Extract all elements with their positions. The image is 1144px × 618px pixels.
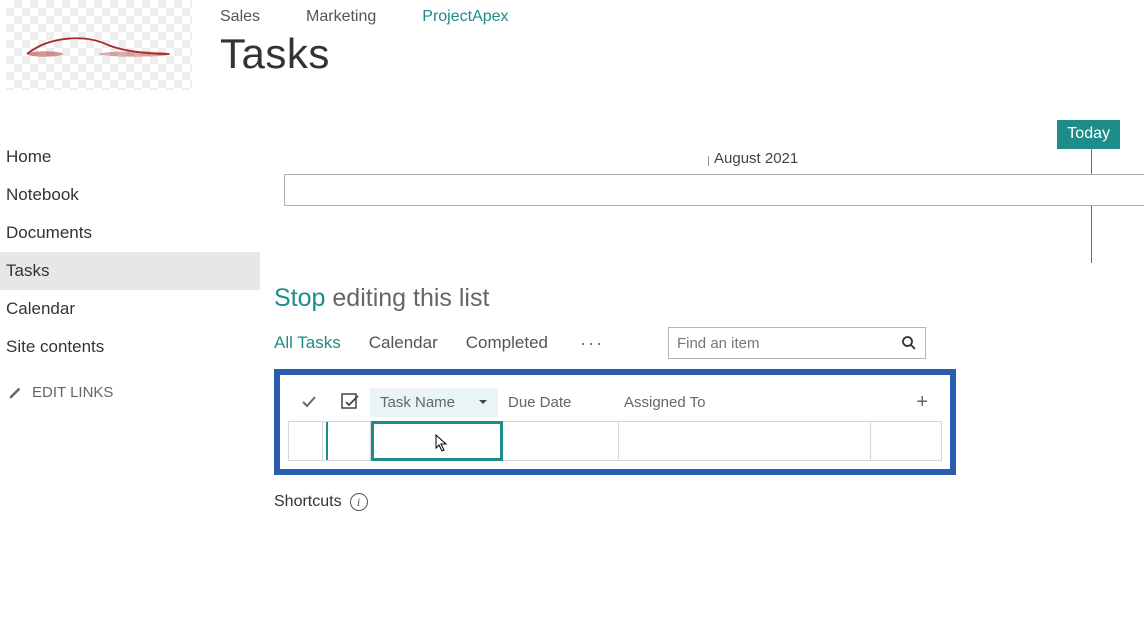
cell-due-date[interactable] <box>503 422 619 460</box>
main-content: Today August 2021 Stop editing this list… <box>260 92 1144 511</box>
pencil-icon <box>8 386 22 400</box>
shortcuts-row: Shortcuts i <box>274 493 1144 511</box>
task-row-new <box>288 421 942 461</box>
month-label: August 2021 <box>714 150 798 167</box>
column-assigned-to-label: Assigned To <box>624 394 705 411</box>
column-completed[interactable] <box>288 394 330 410</box>
cell-extra <box>871 422 941 460</box>
shortcuts-label: Shortcuts <box>274 493 342 511</box>
task-grid-highlighted: Task Name Due Date Assigned To + <box>274 369 956 475</box>
column-select-all[interactable] <box>330 392 370 412</box>
column-due-date-label: Due Date <box>508 394 571 411</box>
edit-links-label: EDIT LINKS <box>32 384 113 401</box>
cell-select[interactable] <box>323 422 371 460</box>
timeline-bar[interactable] <box>284 174 1144 206</box>
sidebar: Home Notebook Documents Tasks Calendar S… <box>0 92 260 511</box>
sidebar-item-notebook[interactable]: Notebook <box>0 176 260 214</box>
car-logo-icon <box>14 27 184 63</box>
sidebar-item-tasks[interactable]: Tasks <box>0 252 260 290</box>
sidebar-item-site-contents[interactable]: Site contents <box>0 328 260 366</box>
today-marker: Today <box>1057 120 1120 149</box>
page-title: Tasks <box>220 30 509 78</box>
plus-icon: + <box>916 391 928 414</box>
stop-editing-heading: Stop editing this list <box>274 284 1144 313</box>
chevron-down-icon <box>478 397 488 407</box>
view-tab-all-tasks[interactable]: All Tasks <box>274 333 341 353</box>
site-logo[interactable] <box>6 0 192 90</box>
column-task-name-label: Task Name <box>380 394 455 411</box>
sidebar-item-calendar[interactable]: Calendar <box>0 290 260 328</box>
topnav-marketing[interactable]: Marketing <box>306 8 376 26</box>
column-due-date[interactable]: Due Date <box>498 394 614 411</box>
add-column-button[interactable]: + <box>866 391 942 414</box>
cell-assigned-to[interactable] <box>619 422 871 460</box>
cell-task-name-input[interactable] <box>371 421 503 461</box>
view-tab-completed[interactable]: Completed <box>466 333 548 353</box>
edit-links[interactable]: EDIT LINKS <box>0 366 260 401</box>
editing-phrase: editing this list <box>325 284 489 312</box>
search-input[interactable] <box>677 335 901 352</box>
info-icon[interactable]: i <box>350 493 368 511</box>
topnav-sales[interactable]: Sales <box>220 8 260 26</box>
timeline: Today August 2021 <box>284 120 1144 270</box>
topnav-projectapex[interactable]: ProjectApex <box>422 8 508 26</box>
search-icon[interactable] <box>901 335 917 351</box>
more-views-menu[interactable]: ··· <box>576 333 608 354</box>
column-header-row: Task Name Due Date Assigned To + <box>288 383 942 421</box>
search-box <box>668 327 926 359</box>
column-task-name[interactable]: Task Name <box>370 388 498 417</box>
select-all-icon <box>340 392 360 412</box>
top-nav: Sales Marketing ProjectApex <box>220 0 509 26</box>
checkmark-icon <box>301 394 317 410</box>
sidebar-item-documents[interactable]: Documents <box>0 214 260 252</box>
view-tab-calendar[interactable]: Calendar <box>369 333 438 353</box>
column-assigned-to[interactable]: Assigned To <box>614 394 866 411</box>
month-tick <box>708 156 709 166</box>
sidebar-item-home[interactable]: Home <box>0 138 260 176</box>
cell-completed[interactable] <box>289 422 323 460</box>
stop-editing-link[interactable]: Stop <box>274 284 325 312</box>
